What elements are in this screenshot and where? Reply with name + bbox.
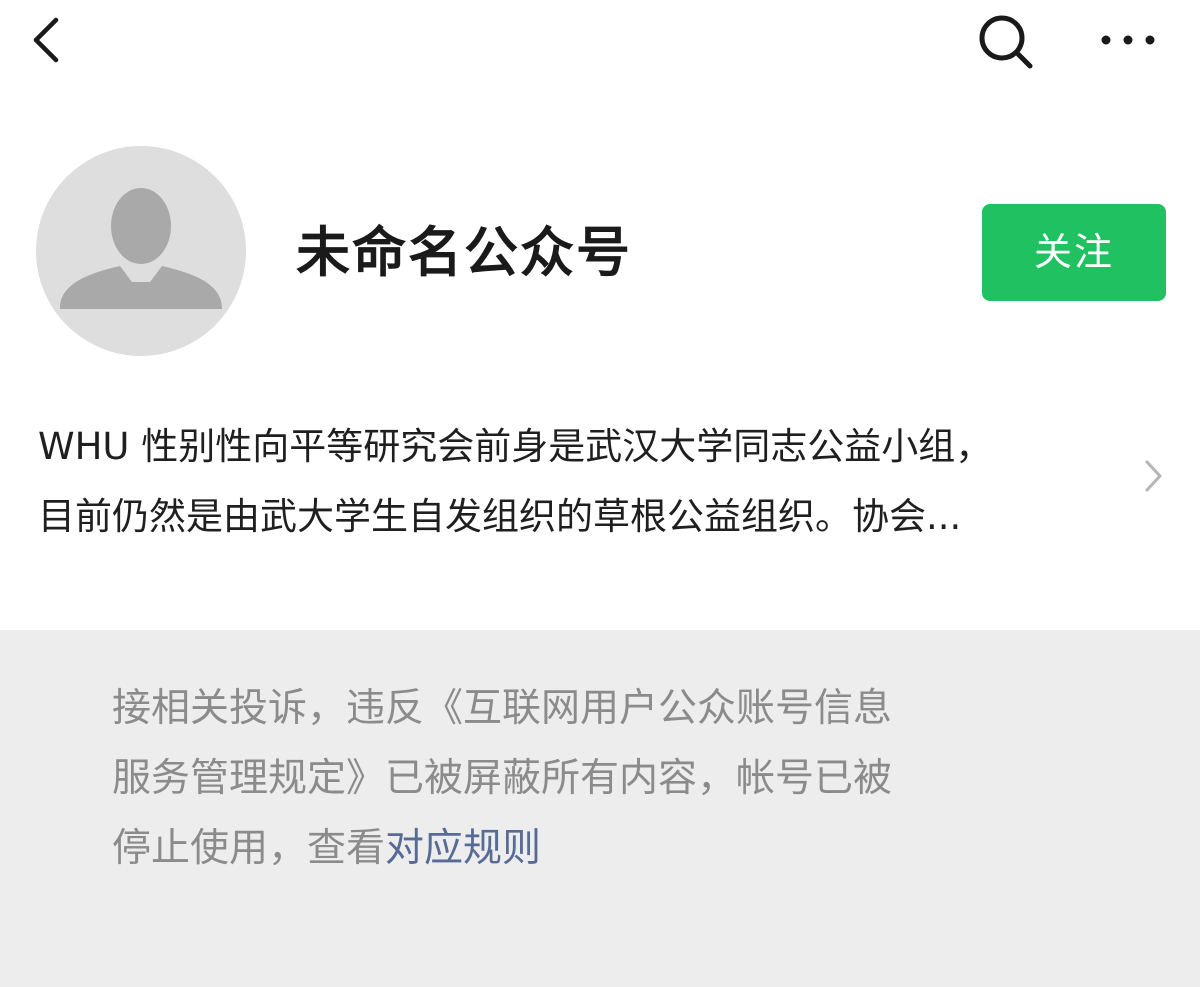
chevron-left-icon: [33, 17, 59, 63]
notice-line: 服务管理规定》已被屏蔽所有内容，帐号已被: [112, 756, 893, 801]
intro-text: WHU 性别性向平等研究会前身是武汉大学同志公益小组， 目前仍然是由武大学生自发…: [38, 412, 1118, 552]
default-user-avatar-icon: [60, 188, 222, 309]
rules-link[interactable]: 对应规则: [385, 826, 541, 871]
account-profile-section: 未命名公众号 关注 WHU 性别性向平等研究会前身是武汉大学同志公益小组， 目前…: [0, 100, 1200, 630]
blocked-notice: 接相关投诉，违反《互联网用户公众账号信息 服务管理规定》已被屏蔽所有内容，帐号已…: [0, 630, 1200, 987]
chevron-right-icon: [1145, 460, 1162, 492]
search-button[interactable]: [972, 12, 1040, 72]
account-intro[interactable]: WHU 性别性向平等研究会前身是武汉大学同志公益小组， 目前仍然是由武大学生自发…: [38, 412, 1178, 562]
search-icon: [979, 15, 1033, 69]
notice-line-prefix: 停止使用，查看: [112, 826, 386, 871]
top-nav-bar: [0, 0, 1200, 100]
account-name: 未命名公众号: [296, 221, 632, 284]
notice-line: 停止使用，查看对应规则: [112, 814, 1112, 884]
back-button[interactable]: [22, 12, 78, 68]
notice-text: 接相关投诉，违反《互联网用户公众账号信息 服务管理规定》已被屏蔽所有内容，帐号已…: [112, 674, 1112, 884]
intro-line: WHU 性别性向平等研究会前身是武汉大学同志公益小组，: [38, 425, 993, 468]
notice-line: 接相关投诉，违反《互联网用户公众账号信息: [112, 686, 893, 731]
more-horizontal-icon: [1101, 35, 1155, 45]
avatar: [36, 146, 246, 356]
follow-button[interactable]: 关注: [982, 204, 1166, 301]
more-button[interactable]: [1092, 18, 1164, 62]
intro-line: 目前仍然是由武大学生自发组织的草根公益组织。协会...: [38, 495, 962, 538]
